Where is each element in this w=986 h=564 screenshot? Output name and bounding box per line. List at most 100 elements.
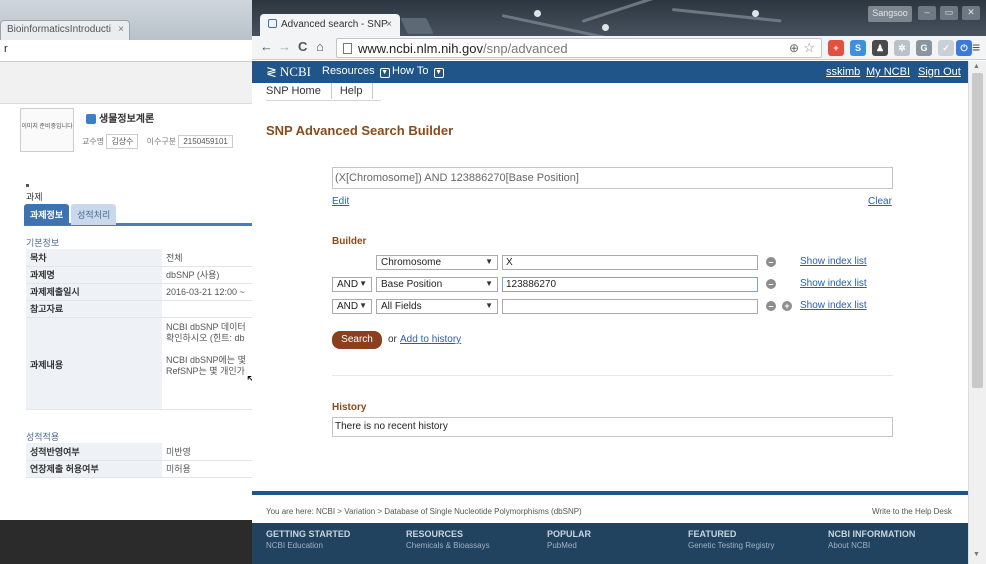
tab-assignment-info[interactable]: 과제정보 bbox=[24, 204, 70, 225]
url-host: www.ncbi.nlm.nih.gov bbox=[358, 41, 483, 56]
scrollbar-thumb[interactable] bbox=[972, 73, 983, 388]
remove-row-icon[interactable]: – bbox=[766, 257, 776, 267]
row-label: 과제내용 bbox=[26, 317, 162, 410]
content-line: 확인하시오 (힌트: db bbox=[166, 332, 245, 343]
help-link[interactable]: Help bbox=[340, 83, 374, 99]
home-icon[interactable]: ⌂ bbox=[316, 40, 324, 54]
field-select-value: Chromosome bbox=[381, 257, 442, 268]
footer-link[interactable]: About NCBI bbox=[828, 541, 915, 550]
plus-extension-icon[interactable]: + bbox=[828, 40, 844, 56]
remove-row-icon[interactable]: – bbox=[766, 301, 776, 311]
close-icon[interactable]: × bbox=[118, 24, 124, 35]
sign-out-link[interactable]: Sign Out bbox=[918, 66, 961, 78]
scroll-up-icon[interactable]: ▲ bbox=[973, 63, 980, 70]
howto-label: How To bbox=[392, 65, 429, 77]
address-bar[interactable]: www.ncbi.nlm.nih.gov/snp/advanced ⊕ ☆ bbox=[336, 38, 822, 58]
table-row: 연장제출 허용여부 미허용 bbox=[26, 460, 262, 478]
g-extension-icon[interactable]: G bbox=[916, 40, 932, 56]
show-index-link[interactable]: Show index list bbox=[800, 256, 867, 267]
my-ncbi-link[interactable]: My NCBI bbox=[866, 66, 910, 78]
maximize-button[interactable]: ▭ bbox=[940, 6, 958, 20]
vertical-scrollbar[interactable]: ▲ ▼ bbox=[968, 61, 986, 564]
edit-link[interactable]: Edit bbox=[332, 196, 349, 207]
zoom-icon[interactable]: ⊕ bbox=[789, 41, 799, 55]
query-box[interactable]: (X[Chromosome]) AND 123886270[Base Posit… bbox=[332, 167, 893, 189]
footer-link[interactable]: PubMed bbox=[547, 541, 591, 550]
show-index-link[interactable]: Show index list bbox=[800, 300, 867, 311]
field-select-value: Base Position bbox=[381, 279, 443, 290]
close-icon[interactable]: × bbox=[386, 19, 392, 30]
active-tab[interactable]: Advanced search - SNP × bbox=[260, 14, 400, 36]
row-value: 미허용 bbox=[162, 460, 262, 478]
close-window-button[interactable]: ✕ bbox=[962, 6, 980, 20]
builder-heading: Builder bbox=[332, 236, 367, 247]
background-url-bar[interactable]: r bbox=[0, 40, 262, 62]
assignment-content: NCBI dbSNP 데이터 확인하시오 (힌트: db NCBI dbSNP에… bbox=[162, 317, 262, 410]
field-select[interactable]: Base Position ▼ bbox=[376, 277, 498, 292]
background-tab-title: BioinformaticsIntroducti bbox=[7, 24, 111, 35]
field-select-value: All Fields bbox=[381, 301, 422, 312]
chrome-menu-icon[interactable]: ≡ bbox=[972, 40, 980, 54]
reload-icon[interactable]: C bbox=[298, 40, 307, 54]
professor-name: 김상수 bbox=[106, 134, 139, 149]
operator-select[interactable]: AND ▼ bbox=[332, 277, 372, 292]
back-arrow-icon[interactable]: ← bbox=[260, 40, 273, 54]
footer-divider bbox=[252, 491, 968, 495]
tab-grading[interactable]: 성적처리 bbox=[71, 204, 117, 225]
table-row: 과제제출일시 2016-03-21 12:00 ~ bbox=[26, 283, 262, 301]
or-label: or bbox=[388, 334, 397, 345]
term-input[interactable] bbox=[502, 299, 758, 314]
add-to-history-link[interactable]: Add to history bbox=[400, 334, 461, 345]
footer-link[interactable]: NCBI Education bbox=[266, 541, 350, 550]
search-button[interactable]: Search bbox=[332, 331, 382, 349]
new-tab-button[interactable] bbox=[400, 18, 434, 34]
ncbi-logo[interactable]: ≷ NCBI bbox=[266, 64, 311, 80]
branch-decoration bbox=[581, 0, 669, 23]
grade-section-label: 성적적용 bbox=[26, 432, 60, 442]
course-header: 이미지 준비중입니다 생물정보계론 교수명 김상수 이수구분 215045910… bbox=[20, 108, 262, 158]
forward-arrow-icon[interactable]: → bbox=[278, 40, 291, 54]
field-select[interactable]: Chromosome ▼ bbox=[376, 255, 498, 270]
footer-link[interactable]: Genetic Testing Registry bbox=[688, 541, 775, 550]
table-row: 목차 전체 bbox=[26, 249, 262, 267]
check-extension-icon[interactable]: ✓ bbox=[938, 40, 954, 56]
dropdown-arrow-icon: ▼ bbox=[359, 279, 367, 288]
resources-menu[interactable]: Resources ▼ bbox=[322, 65, 390, 78]
clear-link[interactable]: Clear bbox=[868, 196, 892, 207]
page-viewport: ≷ NCBI Resources ▼ How To ▼ sskimb My NCB… bbox=[252, 61, 986, 564]
snp-home-link[interactable]: SNP Home bbox=[266, 83, 332, 99]
blossom-decoration bbox=[534, 10, 541, 17]
grade-table: 성적반영여부 미반영 연장제출 허용여부 미허용 bbox=[26, 443, 262, 478]
footer-column: RESOURCES Chemicals & Bioassays bbox=[406, 529, 490, 550]
ncbi-helix-icon: ≷ bbox=[266, 64, 277, 79]
page-title: SNP Advanced Search Builder bbox=[266, 123, 454, 138]
person-extension-icon[interactable]: ♟ bbox=[872, 40, 888, 56]
footer-link[interactable]: Chemicals & Bioassays bbox=[406, 541, 490, 550]
table-row: 과제내용 NCBI dbSNP 데이터 확인하시오 (힌트: db NCBI d… bbox=[26, 317, 262, 410]
remove-row-icon[interactable]: – bbox=[766, 279, 776, 289]
screen-bottom-band bbox=[0, 520, 252, 564]
field-select[interactable]: All Fields ▼ bbox=[376, 299, 498, 314]
background-tab[interactable]: BioinformaticsIntroducti × bbox=[0, 20, 130, 40]
footer-column: POPULAR PubMed bbox=[547, 529, 591, 550]
footer-column: GETTING STARTED NCBI Education bbox=[266, 529, 350, 550]
profile-button[interactable]: Sangsoo bbox=[868, 6, 912, 22]
power-extension-icon[interactable]: ⏻ bbox=[956, 40, 972, 56]
add-row-icon[interactable]: + bbox=[782, 301, 792, 311]
minimize-button[interactable]: – bbox=[918, 6, 936, 20]
course-badge-icon bbox=[86, 114, 96, 125]
operator-select[interactable]: AND ▼ bbox=[332, 299, 372, 314]
background-url-text: r bbox=[4, 43, 8, 55]
s-extension-icon[interactable]: S bbox=[850, 40, 866, 56]
howto-menu[interactable]: How To ▼ bbox=[392, 65, 444, 78]
gear-extension-icon[interactable]: ✲ bbox=[894, 40, 910, 56]
term-input[interactable]: 123886270 bbox=[502, 277, 758, 292]
show-index-link[interactable]: Show index list bbox=[800, 278, 867, 289]
scroll-down-icon[interactable]: ▼ bbox=[973, 551, 980, 558]
course-type-label: 이수구분 bbox=[146, 137, 177, 146]
term-input[interactable]: X bbox=[502, 255, 758, 270]
help-desk-link[interactable]: Write to the Help Desk bbox=[872, 507, 952, 516]
user-link[interactable]: sskimb bbox=[826, 66, 860, 78]
ncbi-header-bar: ≷ NCBI Resources ▼ How To ▼ sskimb My NCB… bbox=[252, 61, 968, 83]
bookmark-star-icon[interactable]: ☆ bbox=[803, 40, 815, 56]
